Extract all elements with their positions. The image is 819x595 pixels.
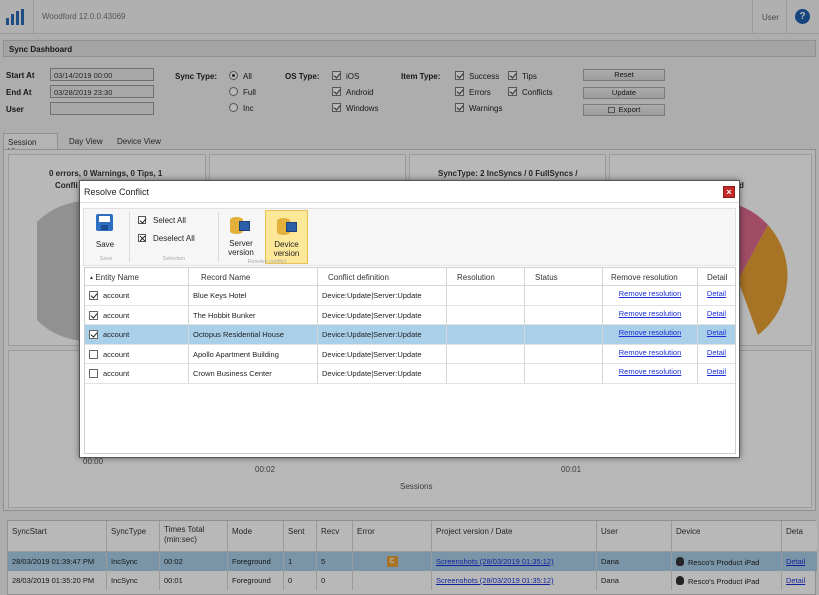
detail-link[interactable]: Detail (707, 289, 726, 298)
cell-remove: Remove resolution (603, 364, 698, 383)
cell-status (525, 364, 603, 383)
cell-detail: Detail (698, 325, 735, 344)
detail-link[interactable]: Detail (707, 309, 726, 318)
cell-detail: Detail (698, 306, 735, 325)
cell-entity: account (85, 325, 189, 344)
cell-conflict: Device:Update|Server:Update (318, 325, 447, 344)
cell-entity: account (85, 305, 189, 325)
row-checkbox[interactable] (89, 349, 98, 359)
cell-status (525, 344, 603, 364)
ribbon-divider (129, 212, 130, 262)
remove-resolution-link[interactable]: Remove resolution (619, 367, 682, 376)
col-header-resolution[interactable]: Resolution (447, 268, 525, 286)
cell-detail: Detail (698, 364, 735, 383)
cell-status (525, 305, 603, 325)
resolve-group-label: Resolve conflict (247, 259, 287, 265)
dialog-title: Resolve Conflict (84, 187, 150, 197)
cell-resolution (447, 364, 525, 383)
select-all-button[interactable]: Select All (153, 216, 186, 225)
cell-record: The Hobbit Bunker (189, 305, 318, 325)
server-version-button[interactable]: Server version (222, 239, 260, 257)
selection-group-label: Selection (162, 256, 186, 262)
device-version-button[interactable]: Device version (265, 210, 308, 264)
col-header-remove-resolution[interactable]: Remove resolution (603, 268, 698, 286)
cell-conflict: Device:Update|Server:Update (318, 305, 447, 325)
detail-link[interactable]: Detail (707, 367, 726, 376)
conflict-row[interactable]: account The Hobbit Bunker Device:Update|… (85, 305, 735, 325)
save-icon[interactable] (96, 214, 113, 231)
col-header-record-name[interactable]: Record Name (189, 268, 318, 286)
conflict-row[interactable]: account Apollo Apartment Building Device… (85, 344, 735, 364)
server-version-label-2: version (228, 248, 254, 257)
conflict-row[interactable]: account Octopus Residential House Device… (85, 325, 735, 345)
cell-record: Octopus Residential House (189, 325, 318, 344)
col-header-detail[interactable]: Detail (698, 268, 735, 286)
close-icon[interactable]: × (723, 186, 735, 198)
resolve-conflict-dialog: Resolve Conflict × Save Save Select All … (79, 180, 740, 458)
cell-conflict: Device:Update|Server:Update (318, 364, 447, 383)
conflict-row[interactable]: account Crown Business Center Device:Upd… (85, 364, 735, 384)
cell-record: Crown Business Center (189, 364, 318, 383)
cell-remove: Remove resolution (603, 305, 698, 325)
col-header-entity-name[interactable]: ▲ Entity Name (85, 268, 189, 286)
row-checkbox[interactable] (89, 369, 98, 378)
remove-resolution-link[interactable]: Remove resolution (619, 309, 682, 318)
deselect-all-button[interactable]: Deselect All (153, 234, 195, 243)
device-version-icon (277, 216, 297, 238)
remove-resolution-link[interactable]: Remove resolution (619, 348, 682, 357)
remove-resolution-link[interactable]: Remove resolution (619, 328, 682, 337)
col-header-status[interactable]: Status (525, 268, 603, 286)
select-all-icon[interactable] (138, 216, 146, 224)
dialog-ribbon: Save Save Select All Deselect All Select… (83, 208, 736, 266)
row-checkbox[interactable] (89, 330, 98, 339)
cell-resolution (447, 305, 525, 325)
conflict-table: ▲ Entity Name Record Name Conflict defin… (84, 267, 736, 454)
cell-status (525, 286, 603, 305)
server-version-label-1: Server (229, 239, 253, 248)
row-checkbox[interactable] (89, 291, 98, 300)
cell-status (525, 325, 603, 344)
row-checkbox[interactable] (89, 310, 98, 320)
cell-remove: Remove resolution (603, 325, 698, 344)
cell-entity: account (85, 286, 189, 305)
cell-entity: account (85, 364, 189, 383)
cell-entity: account (85, 344, 189, 364)
conflict-row[interactable]: account Blue Keys Hotel Device:Update|Se… (85, 286, 735, 306)
dialog-title-bar: Resolve Conflict × (80, 181, 739, 203)
cell-detail: Detail (698, 286, 735, 305)
cell-resolution (447, 344, 525, 364)
col-header-entity-label: Entity Name (95, 273, 139, 282)
col-header-conflict-definition[interactable]: Conflict definition (318, 268, 447, 286)
detail-link[interactable]: Detail (707, 348, 726, 357)
deselect-all-icon[interactable] (138, 234, 146, 242)
cell-detail: Detail (698, 345, 735, 364)
detail-link[interactable]: Detail (707, 328, 726, 337)
save-button[interactable]: Save (92, 240, 118, 249)
remove-resolution-link[interactable]: Remove resolution (619, 289, 682, 298)
device-version-label-2: version (273, 249, 300, 258)
cell-resolution (447, 286, 525, 305)
cell-record: Apollo Apartment Building (189, 344, 318, 364)
cell-remove: Remove resolution (603, 286, 698, 305)
cell-remove: Remove resolution (603, 344, 698, 364)
device-version-label-1: Device (274, 240, 299, 249)
server-version-icon[interactable] (230, 215, 250, 237)
cell-resolution (447, 325, 525, 344)
cell-record: Blue Keys Hotel (189, 286, 318, 305)
save-group-label: Save (99, 256, 113, 262)
ribbon-divider (218, 212, 219, 262)
device-version-label: Device version (266, 240, 307, 258)
cell-conflict: Device:Update|Server:Update (318, 344, 447, 364)
cell-conflict: Device:Update|Server:Update (318, 286, 447, 305)
